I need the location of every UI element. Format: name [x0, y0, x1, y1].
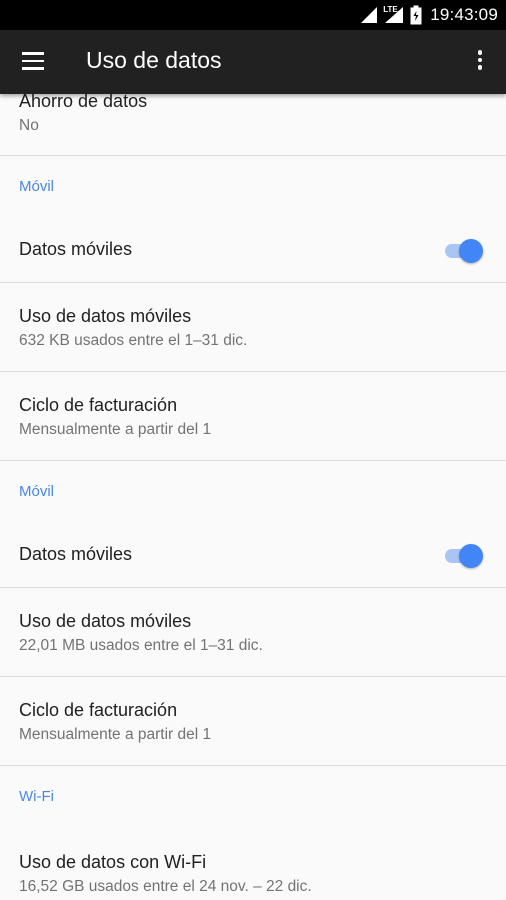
page-title: Uso de datos	[86, 47, 222, 73]
wifi-data-usage-item[interactable]: Uso de datos con Wi-Fi 16,52 GB usados e…	[0, 829, 506, 900]
billing-cycle-summary-2: Mensualmente a partir del 1	[19, 726, 212, 743]
network-type-label: LTE	[383, 5, 398, 14]
hamburger-menu-icon[interactable]	[22, 52, 46, 72]
mobile-data-usage-title-1: Uso de datos móviles	[19, 306, 192, 326]
mobile-data-toggle-item-2[interactable]: Datos móviles	[0, 524, 506, 588]
data-saver-title: Ahorro de datos	[19, 94, 148, 111]
billing-cycle-item-2[interactable]: Ciclo de facturación Mensualmente a part…	[0, 677, 506, 766]
data-saver-item[interactable]: Ahorro de datos No	[0, 94, 506, 156]
mobile-data-title-2: Datos móviles	[19, 544, 133, 564]
settings-list: Ahorro de datos No Móvil Datos móviles U…	[0, 94, 506, 900]
battery-icon	[410, 5, 422, 25]
category-mobile-1: Móvil	[0, 156, 506, 219]
status-bar: LTE 19:43:09	[0, 0, 506, 30]
status-icons: LTE 19:43:09	[360, 0, 498, 30]
mobile-data-title-1: Datos móviles	[19, 239, 133, 259]
mobile-data-switch-1[interactable]	[443, 238, 483, 264]
mobile-data-usage-summary-2: 22,01 MB usados entre el 1–31 dic.	[19, 637, 263, 654]
signal-icon	[361, 7, 378, 23]
category-mobile-2: Móvil	[0, 461, 506, 524]
wifi-data-usage-summary: 16,52 GB usados entre el 24 nov. – 22 di…	[19, 878, 312, 895]
app-bar: Uso de datos	[0, 30, 506, 94]
category-mobile-2-label: Móvil	[19, 483, 55, 500]
billing-cycle-title-2: Ciclo de facturación	[19, 700, 178, 720]
lte-signal-icon: LTE	[383, 5, 404, 24]
category-mobile-1-label: Móvil	[19, 178, 55, 195]
mobile-data-usage-item-1[interactable]: Uso de datos móviles 632 KB usados entre…	[0, 283, 506, 372]
billing-cycle-title-1: Ciclo de facturación	[19, 395, 178, 415]
mobile-data-switch-2[interactable]	[443, 543, 483, 569]
category-wifi-label: Wi-Fi	[19, 788, 54, 805]
mobile-data-usage-summary-1: 632 KB usados entre el 1–31 dic.	[19, 332, 248, 349]
category-wifi: Wi-Fi	[0, 766, 506, 829]
status-time: 19:43:09	[430, 5, 498, 24]
wifi-data-usage-title: Uso de datos con Wi-Fi	[19, 852, 207, 872]
mobile-data-usage-item-2[interactable]: Uso de datos móviles 22,01 MB usados ent…	[0, 588, 506, 677]
billing-cycle-summary-1: Mensualmente a partir del 1	[19, 421, 212, 438]
billing-cycle-item-1[interactable]: Ciclo de facturación Mensualmente a part…	[0, 372, 506, 461]
data-saver-summary: No	[19, 117, 39, 134]
mobile-data-usage-title-2: Uso de datos móviles	[19, 611, 192, 631]
mobile-data-toggle-item-1[interactable]: Datos móviles	[0, 219, 506, 283]
more-options-icon[interactable]	[472, 50, 488, 74]
